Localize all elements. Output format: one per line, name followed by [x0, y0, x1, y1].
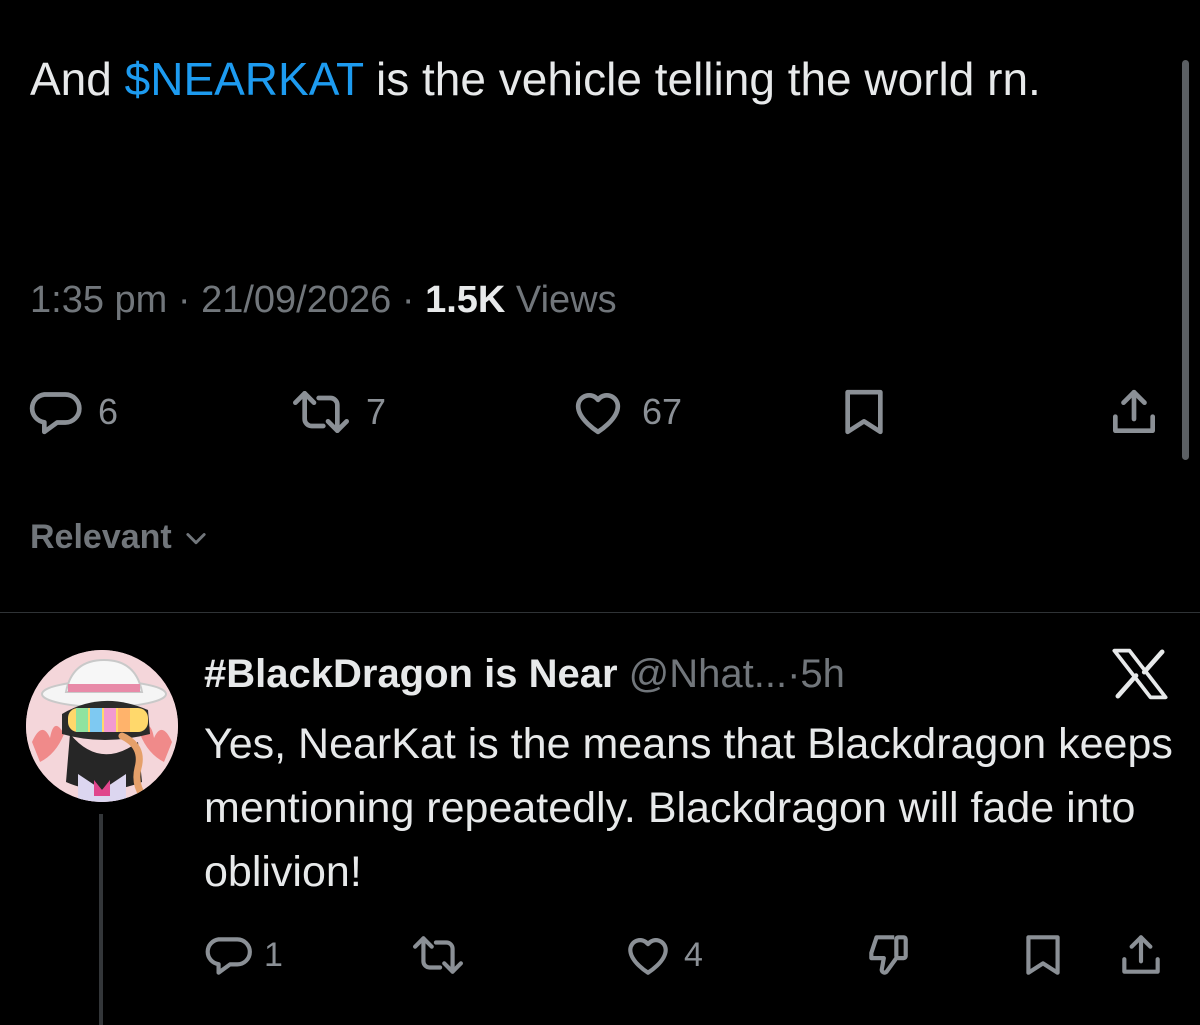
reply-age[interactable]: 5h	[800, 652, 845, 696]
like-count: 67	[642, 391, 683, 432]
x-logo-icon	[1112, 648, 1168, 700]
avatar-image	[26, 650, 178, 802]
reply-bookmark-button[interactable]	[1018, 930, 1068, 980]
repost-arrows-icon	[413, 936, 463, 974]
sort-selector[interactable]: Relevant	[30, 518, 210, 557]
post-time[interactable]: 1:35 pm	[30, 279, 167, 321]
reply-count: 6	[98, 391, 119, 432]
share-upload-icon	[1113, 389, 1155, 433]
repost-button[interactable]: 7	[290, 384, 386, 440]
views-count: 1.5K	[425, 279, 506, 321]
bookmark-icon	[845, 389, 883, 435]
dislike-button[interactable]	[862, 930, 914, 980]
post-date[interactable]: 21/09/2026	[201, 279, 391, 321]
bookmark-button[interactable]	[836, 384, 892, 440]
share-upload-icon	[1122, 935, 1160, 974]
post-meta: 1:35 pm · 21/09/2026 · 1.5K Views	[30, 276, 617, 324]
cashtag-link[interactable]: $NEARKAT	[125, 53, 364, 105]
bookmark-icon	[1026, 935, 1060, 975]
header-separator: ·	[787, 652, 801, 696]
x-logo	[1112, 648, 1168, 705]
repost-count: 7	[366, 391, 387, 432]
views-label: Views	[515, 279, 617, 321]
reply-button[interactable]: 6	[28, 384, 118, 440]
reply-like-count: 4	[684, 935, 703, 974]
post-text-before: And	[30, 53, 125, 105]
meta-separator: ·	[177, 279, 191, 321]
like-button[interactable]: 67	[568, 384, 682, 440]
reply-text: Yes, NearKat is the means that Blackdrag…	[204, 720, 1173, 896]
repost-arrows-icon	[293, 391, 349, 433]
reply-header: #BlackDragon is Near @Nhat...·5h	[204, 648, 845, 700]
divider	[0, 612, 1200, 613]
scrollbar[interactable]	[1182, 60, 1189, 460]
reply-repost-button[interactable]	[410, 930, 466, 980]
post-text-after: is the vehicle telling the world rn.	[363, 53, 1041, 105]
chevron-down-icon	[186, 532, 206, 544]
meta-separator: ·	[401, 279, 415, 321]
reply-share-button[interactable]	[1116, 930, 1166, 980]
reply-like-button[interactable]: 4	[622, 930, 703, 980]
thread-line	[99, 814, 103, 1025]
speech-bubble-icon	[205, 937, 252, 975]
share-button[interactable]	[1106, 384, 1162, 440]
user-handle[interactable]: @Nhat...	[629, 652, 787, 696]
reply-reply-button[interactable]: 1	[204, 930, 283, 980]
reply-reply-count: 1	[264, 935, 283, 974]
heart-icon	[628, 938, 668, 975]
speech-bubble-icon	[29, 392, 82, 435]
sort-label: Relevant	[30, 518, 172, 556]
post-text: And $NEARKAT is the vehicle telling the …	[30, 48, 1110, 110]
avatar[interactable]	[26, 650, 178, 802]
thumbs-down-icon	[869, 935, 908, 975]
heart-icon	[575, 393, 621, 435]
display-name[interactable]: #BlackDragon is Near	[204, 652, 618, 696]
